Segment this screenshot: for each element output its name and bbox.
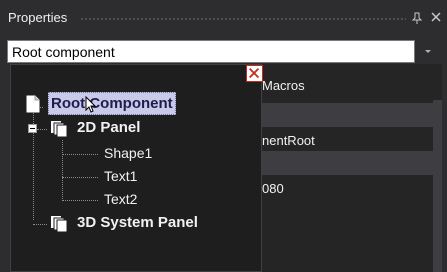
panel-stack-icon [51, 121, 68, 138]
macros-label[interactable]: Macros [262, 78, 305, 93]
tree-connector [62, 140, 63, 201]
chevron-down-icon [425, 50, 431, 53]
pin-icon[interactable] [410, 11, 424, 25]
panel-title: Properties [8, 10, 68, 25]
property-value-number[interactable]: 080 [262, 181, 284, 196]
popup-close-button[interactable] [246, 65, 263, 82]
tree-connector [62, 200, 98, 201]
property-row[interactable] [262, 103, 442, 127]
tree-item-2d-panel[interactable]: 2D Panel [77, 119, 140, 136]
collapse-toggle[interactable] [28, 124, 37, 133]
tree-connector [33, 224, 47, 225]
document-icon [26, 95, 40, 113]
tree-connector [62, 177, 98, 178]
tree-item-3d-system-panel[interactable]: 3D System Panel [77, 214, 198, 231]
tree-item-root-component[interactable]: Root Component [51, 95, 173, 112]
title-grip[interactable] [80, 17, 406, 22]
tree-item-text2[interactable]: Text2 [104, 191, 137, 207]
property-row[interactable] [262, 151, 442, 175]
component-select-dropdown-button[interactable] [417, 40, 441, 63]
panel-title-bar: Properties [0, 0, 447, 36]
property-grid-scrollbar[interactable] [433, 100, 442, 272]
component-select-value: Root component [12, 44, 115, 60]
tree-connector [37, 129, 47, 130]
panel-stack-icon [51, 216, 68, 233]
component-select[interactable]: Root component [7, 40, 415, 63]
properties-panel: Properties Root component Macros nentRoo… [0, 0, 447, 272]
close-icon[interactable] [430, 11, 442, 23]
tree-connector [62, 154, 98, 155]
property-value-name[interactable]: nentRoot [262, 133, 315, 148]
mouse-cursor-icon [85, 96, 97, 113]
tree-item-text1[interactable]: Text1 [104, 168, 137, 184]
tree-item-shape1[interactable]: Shape1 [104, 145, 152, 161]
